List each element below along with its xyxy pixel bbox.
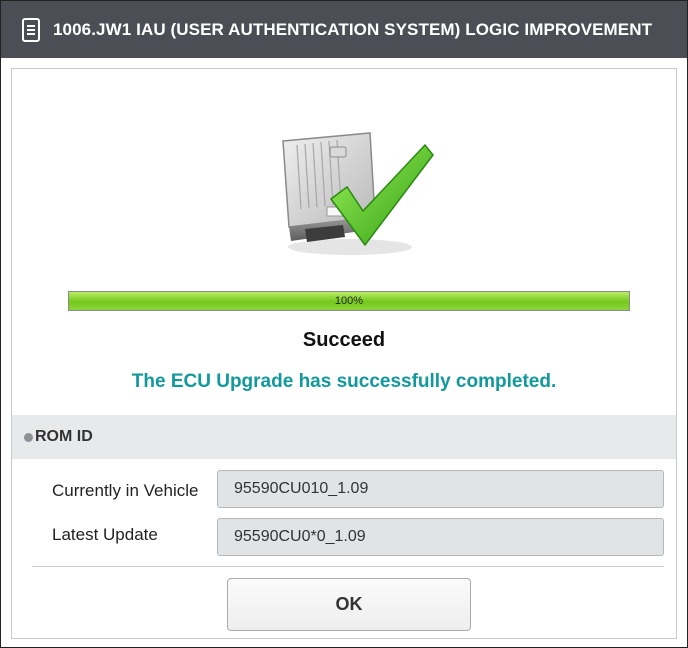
current-version-label: Currently in Vehicle (52, 481, 199, 500)
ok-button[interactable]: OK (227, 578, 471, 631)
bullet-icon (24, 432, 33, 442)
content-panel: 100% Succeed The ECU Upgrade has success… (11, 68, 677, 639)
status-title: Succeed (302, 329, 386, 351)
ecu-success-icon (282, 132, 434, 255)
latest-version-label: Latest Update (52, 525, 158, 544)
dialog-titlebar: 1006.JW1 IAU (USER AUTHENTICATION SYSTEM… (1, 1, 687, 58)
document-icon (22, 17, 40, 42)
divider (32, 566, 664, 567)
section-label: ROM ID (35, 428, 93, 445)
upgrade-progress-bar: 100% (68, 291, 630, 311)
dialog-window: 1006.JW1 IAU (USER AUTHENTICATION SYSTEM… (0, 0, 688, 648)
progress-percent: 100% (334, 295, 364, 307)
dialog-title: 1006.JW1 IAU (USER AUTHENTICATION SYSTEM… (53, 19, 653, 39)
latest-version-field: 95590CU0*0_1.09 (217, 518, 664, 556)
current-version-field: 95590CU010_1.09 (217, 470, 664, 508)
status-message: The ECU Upgrade has successfully complet… (131, 371, 557, 392)
rom-id-section-header: ROM ID (12, 415, 676, 459)
